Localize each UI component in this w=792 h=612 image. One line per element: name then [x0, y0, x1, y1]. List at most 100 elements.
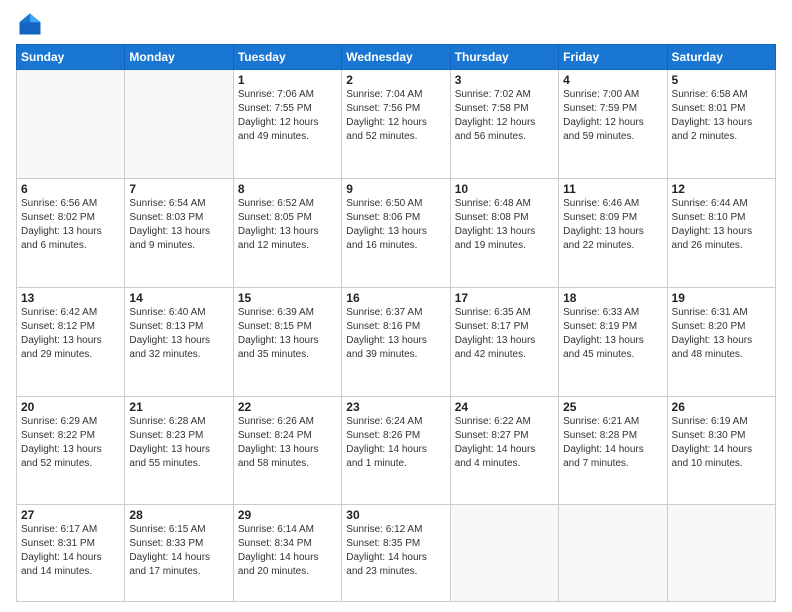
- day-info: Sunrise: 6:28 AM Sunset: 8:23 PM Dayligh…: [129, 415, 228, 471]
- day-info: Sunrise: 6:46 AM Sunset: 8:09 PM Dayligh…: [563, 197, 662, 253]
- day-info: Sunrise: 6:35 AM Sunset: 8:17 PM Dayligh…: [455, 306, 554, 362]
- day-number: 3: [455, 73, 554, 87]
- day-info: Sunrise: 6:12 AM Sunset: 8:35 PM Dayligh…: [346, 523, 445, 579]
- day-number: 7: [129, 182, 228, 196]
- calendar-cell: 2Sunrise: 7:04 AM Sunset: 7:56 PM Daylig…: [342, 70, 450, 179]
- day-number: 8: [238, 182, 337, 196]
- calendar-header-friday: Friday: [559, 45, 667, 70]
- calendar-cell: 24Sunrise: 6:22 AM Sunset: 8:27 PM Dayli…: [450, 396, 558, 505]
- calendar-cell: 23Sunrise: 6:24 AM Sunset: 8:26 PM Dayli…: [342, 396, 450, 505]
- day-number: 12: [672, 182, 771, 196]
- calendar-cell: [667, 505, 775, 602]
- day-info: Sunrise: 6:39 AM Sunset: 8:15 PM Dayligh…: [238, 306, 337, 362]
- day-number: 6: [21, 182, 120, 196]
- day-info: Sunrise: 6:15 AM Sunset: 8:33 PM Dayligh…: [129, 523, 228, 579]
- calendar-header-row: SundayMondayTuesdayWednesdayThursdayFrid…: [17, 45, 776, 70]
- calendar-cell: 9Sunrise: 6:50 AM Sunset: 8:06 PM Daylig…: [342, 178, 450, 287]
- day-number: 9: [346, 182, 445, 196]
- day-number: 16: [346, 291, 445, 305]
- calendar-week-row: 13Sunrise: 6:42 AM Sunset: 8:12 PM Dayli…: [17, 287, 776, 396]
- calendar-cell: 5Sunrise: 6:58 AM Sunset: 8:01 PM Daylig…: [667, 70, 775, 179]
- day-info: Sunrise: 7:00 AM Sunset: 7:59 PM Dayligh…: [563, 88, 662, 144]
- day-info: Sunrise: 6:48 AM Sunset: 8:08 PM Dayligh…: [455, 197, 554, 253]
- calendar-cell: 7Sunrise: 6:54 AM Sunset: 8:03 PM Daylig…: [125, 178, 233, 287]
- logo: [16, 10, 48, 38]
- day-info: Sunrise: 6:29 AM Sunset: 8:22 PM Dayligh…: [21, 415, 120, 471]
- calendar-table: SundayMondayTuesdayWednesdayThursdayFrid…: [16, 44, 776, 602]
- page: SundayMondayTuesdayWednesdayThursdayFrid…: [0, 0, 792, 612]
- calendar-cell: 28Sunrise: 6:15 AM Sunset: 8:33 PM Dayli…: [125, 505, 233, 602]
- calendar-cell: 1Sunrise: 7:06 AM Sunset: 7:55 PM Daylig…: [233, 70, 341, 179]
- day-number: 20: [21, 400, 120, 414]
- day-number: 17: [455, 291, 554, 305]
- day-number: 22: [238, 400, 337, 414]
- calendar-cell: 26Sunrise: 6:19 AM Sunset: 8:30 PM Dayli…: [667, 396, 775, 505]
- day-number: 24: [455, 400, 554, 414]
- calendar-cell: 15Sunrise: 6:39 AM Sunset: 8:15 PM Dayli…: [233, 287, 341, 396]
- calendar-cell: 30Sunrise: 6:12 AM Sunset: 8:35 PM Dayli…: [342, 505, 450, 602]
- calendar-cell: [125, 70, 233, 179]
- calendar-cell: 11Sunrise: 6:46 AM Sunset: 8:09 PM Dayli…: [559, 178, 667, 287]
- day-number: 25: [563, 400, 662, 414]
- day-info: Sunrise: 6:40 AM Sunset: 8:13 PM Dayligh…: [129, 306, 228, 362]
- day-number: 29: [238, 508, 337, 522]
- day-info: Sunrise: 6:58 AM Sunset: 8:01 PM Dayligh…: [672, 88, 771, 144]
- day-info: Sunrise: 7:02 AM Sunset: 7:58 PM Dayligh…: [455, 88, 554, 144]
- day-number: 27: [21, 508, 120, 522]
- day-number: 23: [346, 400, 445, 414]
- day-info: Sunrise: 6:37 AM Sunset: 8:16 PM Dayligh…: [346, 306, 445, 362]
- day-info: Sunrise: 6:19 AM Sunset: 8:30 PM Dayligh…: [672, 415, 771, 471]
- calendar-cell: 16Sunrise: 6:37 AM Sunset: 8:16 PM Dayli…: [342, 287, 450, 396]
- day-number: 14: [129, 291, 228, 305]
- day-info: Sunrise: 6:24 AM Sunset: 8:26 PM Dayligh…: [346, 415, 445, 471]
- day-number: 1: [238, 73, 337, 87]
- calendar-cell: 22Sunrise: 6:26 AM Sunset: 8:24 PM Dayli…: [233, 396, 341, 505]
- day-info: Sunrise: 6:22 AM Sunset: 8:27 PM Dayligh…: [455, 415, 554, 471]
- day-info: Sunrise: 6:26 AM Sunset: 8:24 PM Dayligh…: [238, 415, 337, 471]
- calendar-cell: 12Sunrise: 6:44 AM Sunset: 8:10 PM Dayli…: [667, 178, 775, 287]
- day-info: Sunrise: 6:31 AM Sunset: 8:20 PM Dayligh…: [672, 306, 771, 362]
- calendar-week-row: 1Sunrise: 7:06 AM Sunset: 7:55 PM Daylig…: [17, 70, 776, 179]
- day-number: 11: [563, 182, 662, 196]
- calendar-cell: 25Sunrise: 6:21 AM Sunset: 8:28 PM Dayli…: [559, 396, 667, 505]
- header: [16, 10, 776, 38]
- calendar-week-row: 27Sunrise: 6:17 AM Sunset: 8:31 PM Dayli…: [17, 505, 776, 602]
- day-number: 4: [563, 73, 662, 87]
- day-info: Sunrise: 7:06 AM Sunset: 7:55 PM Dayligh…: [238, 88, 337, 144]
- day-number: 15: [238, 291, 337, 305]
- calendar-cell: 10Sunrise: 6:48 AM Sunset: 8:08 PM Dayli…: [450, 178, 558, 287]
- calendar-cell: 18Sunrise: 6:33 AM Sunset: 8:19 PM Dayli…: [559, 287, 667, 396]
- day-info: Sunrise: 6:50 AM Sunset: 8:06 PM Dayligh…: [346, 197, 445, 253]
- calendar-cell: 13Sunrise: 6:42 AM Sunset: 8:12 PM Dayli…: [17, 287, 125, 396]
- calendar-header-thursday: Thursday: [450, 45, 558, 70]
- day-info: Sunrise: 6:21 AM Sunset: 8:28 PM Dayligh…: [563, 415, 662, 471]
- day-info: Sunrise: 6:42 AM Sunset: 8:12 PM Dayligh…: [21, 306, 120, 362]
- day-number: 28: [129, 508, 228, 522]
- day-number: 19: [672, 291, 771, 305]
- calendar-cell: [450, 505, 558, 602]
- calendar-week-row: 6Sunrise: 6:56 AM Sunset: 8:02 PM Daylig…: [17, 178, 776, 287]
- calendar-cell: 20Sunrise: 6:29 AM Sunset: 8:22 PM Dayli…: [17, 396, 125, 505]
- calendar-header-tuesday: Tuesday: [233, 45, 341, 70]
- day-number: 21: [129, 400, 228, 414]
- calendar-cell: 27Sunrise: 6:17 AM Sunset: 8:31 PM Dayli…: [17, 505, 125, 602]
- day-info: Sunrise: 6:56 AM Sunset: 8:02 PM Dayligh…: [21, 197, 120, 253]
- calendar-cell: [17, 70, 125, 179]
- day-info: Sunrise: 6:17 AM Sunset: 8:31 PM Dayligh…: [21, 523, 120, 579]
- day-info: Sunrise: 6:54 AM Sunset: 8:03 PM Dayligh…: [129, 197, 228, 253]
- day-number: 2: [346, 73, 445, 87]
- calendar-cell: 17Sunrise: 6:35 AM Sunset: 8:17 PM Dayli…: [450, 287, 558, 396]
- day-info: Sunrise: 6:33 AM Sunset: 8:19 PM Dayligh…: [563, 306, 662, 362]
- calendar-week-row: 20Sunrise: 6:29 AM Sunset: 8:22 PM Dayli…: [17, 396, 776, 505]
- day-info: Sunrise: 7:04 AM Sunset: 7:56 PM Dayligh…: [346, 88, 445, 144]
- calendar-header-monday: Monday: [125, 45, 233, 70]
- day-number: 26: [672, 400, 771, 414]
- day-number: 18: [563, 291, 662, 305]
- day-info: Sunrise: 6:52 AM Sunset: 8:05 PM Dayligh…: [238, 197, 337, 253]
- logo-icon: [16, 10, 44, 38]
- day-info: Sunrise: 6:14 AM Sunset: 8:34 PM Dayligh…: [238, 523, 337, 579]
- calendar-cell: 14Sunrise: 6:40 AM Sunset: 8:13 PM Dayli…: [125, 287, 233, 396]
- calendar-header-wednesday: Wednesday: [342, 45, 450, 70]
- calendar-cell: 19Sunrise: 6:31 AM Sunset: 8:20 PM Dayli…: [667, 287, 775, 396]
- calendar-cell: 29Sunrise: 6:14 AM Sunset: 8:34 PM Dayli…: [233, 505, 341, 602]
